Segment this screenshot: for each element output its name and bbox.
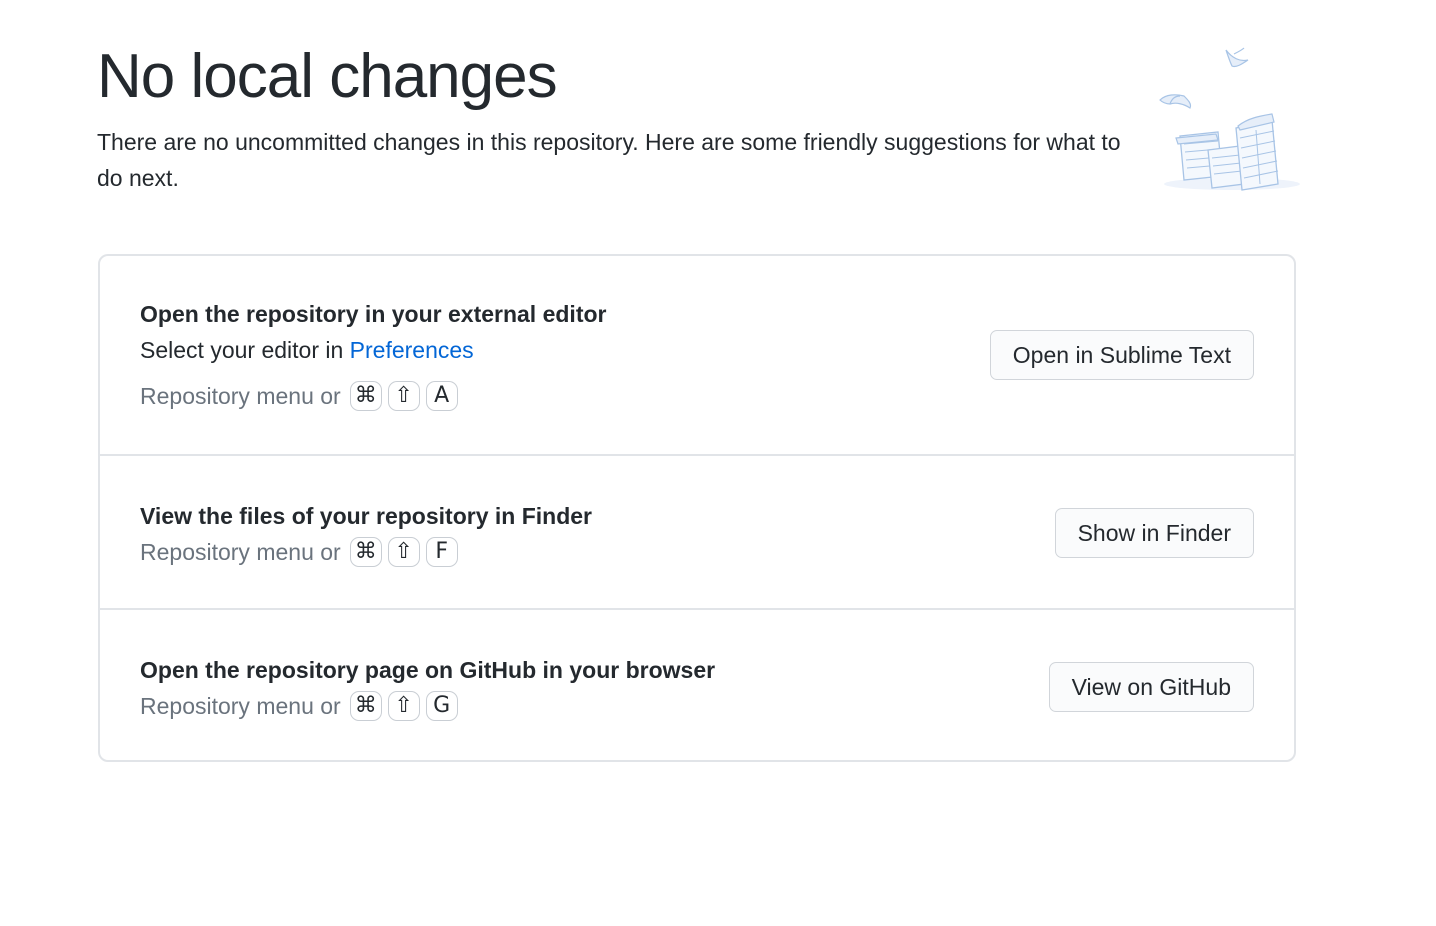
page-title: No local changes (97, 42, 558, 111)
shortcut-hint: Repository menu or ⌘ ⇧ G (140, 688, 715, 724)
suggestion-open-editor: Open the repository in your external edi… (100, 256, 1294, 456)
suggestion-text: Open the repository page on GitHub in yo… (140, 652, 715, 724)
description-prefix: Select your editor in (140, 337, 350, 363)
suggestion-title: Open the repository in your external edi… (140, 301, 607, 327)
suggestion-title: View the files of your repository in Fin… (140, 503, 592, 529)
show-in-finder-button[interactable]: Show in Finder (1054, 508, 1254, 558)
preferences-link[interactable]: Preferences (350, 337, 474, 363)
shortcut-prefix: Repository menu or (140, 383, 341, 409)
page-subtitle: There are no uncommitted changes in this… (97, 129, 1121, 191)
letter-key: F (425, 537, 458, 567)
suggestion-view-on-github: Open the repository page on GitHub in yo… (100, 610, 1294, 760)
shortcut-hint: Repository menu or ⌘ ⇧ F (140, 534, 592, 570)
paper-stacks-illustration (1159, 47, 1300, 191)
view-on-github-button[interactable]: View on GitHub (1048, 662, 1254, 712)
suggestion-text: View the files of your repository in Fin… (140, 498, 592, 570)
shortcut-hint: Repository menu or ⌘ ⇧ A (140, 378, 606, 414)
letter-key: A (425, 381, 458, 411)
command-key: ⌘ (349, 537, 382, 567)
suggestion-description: Select your editor in Preferences (140, 332, 606, 368)
shortcut-prefix: Repository menu or (140, 693, 341, 719)
suggestion-show-in-finder: View the files of your repository in Fin… (100, 456, 1294, 610)
command-key: ⌘ (349, 691, 382, 721)
open-in-editor-button[interactable]: Open in Sublime Text (989, 330, 1254, 380)
no-changes-header: No local changes There are no uncommitte… (97, 38, 1127, 196)
suggestion-text: Open the repository in your external edi… (140, 296, 606, 414)
no-changes-view: No local changes There are no uncommitte… (0, 0, 1436, 926)
command-key: ⌘ (349, 381, 382, 411)
suggestions-card: Open the repository in your external edi… (98, 254, 1296, 762)
shift-key: ⇧ (387, 691, 420, 721)
shift-key: ⇧ (387, 537, 420, 567)
shortcut-prefix: Repository menu or (140, 539, 341, 565)
letter-key: G (425, 691, 458, 721)
shift-key: ⇧ (387, 381, 420, 411)
suggestion-title: Open the repository page on GitHub in yo… (140, 657, 716, 683)
